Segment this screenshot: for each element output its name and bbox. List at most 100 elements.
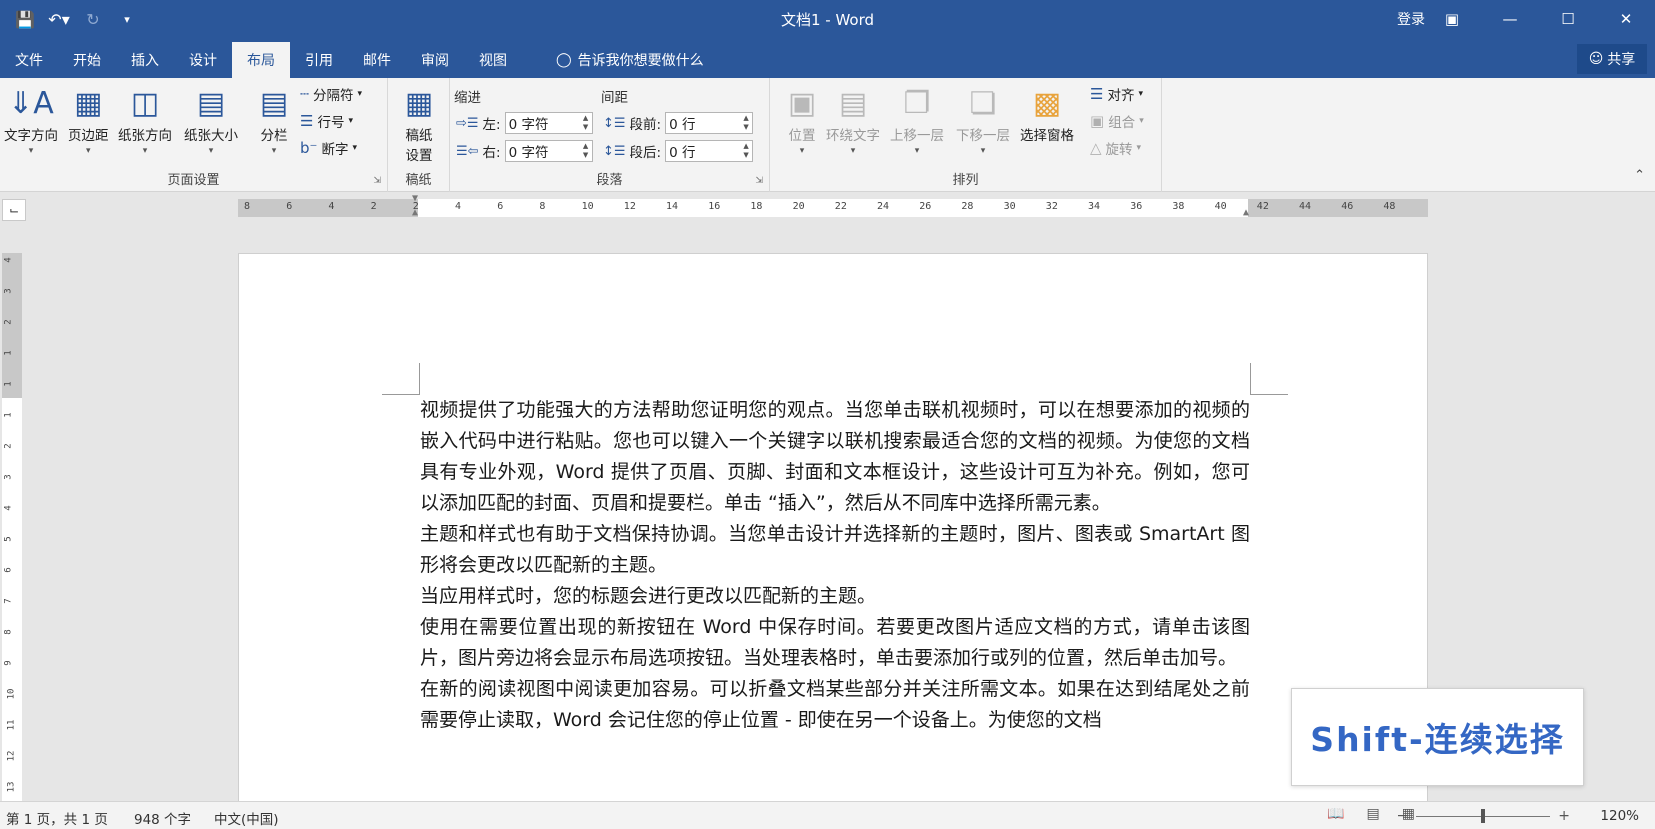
ruler-tick-label: 32 — [1045, 201, 1058, 212]
spacing-before-input[interactable]: 0 行 ▲ ▼ — [665, 112, 754, 134]
word-count[interactable]: 948 个字 — [134, 808, 191, 828]
read-mode-icon[interactable]: 📖 — [1327, 806, 1344, 822]
tab-insert[interactable]: 插入 — [116, 42, 174, 78]
tab-view[interactable]: 视图 — [464, 42, 522, 78]
indent-right-input[interactable]: 0 字符 ▲ ▼ — [504, 140, 593, 162]
ruler-tick-label: 10 — [6, 688, 17, 700]
size-button[interactable]: ▤ 纸张大小 ▾ — [184, 82, 238, 157]
tab-mailings[interactable]: 邮件 — [348, 42, 406, 78]
draft-settings-button[interactable]: ▦ 稿纸 设置 — [399, 82, 439, 165]
dialog-launcher-icon[interactable]: ⇲ — [755, 176, 763, 186]
bring-forward-button[interactable]: ❐ 上移一层 ▾ — [890, 82, 944, 157]
horizontal-ruler[interactable]: ▼ ▲ ▲ 8 6 4 2 2 4 6 8 10 12 14 16 18 20 22 24 26 28 30 32 34… — [238, 193, 1428, 218]
ruler-tick-label: 4 — [3, 257, 14, 263]
print-layout-icon[interactable]: ▤ — [1367, 806, 1380, 822]
ruler-tick-label: 22 — [834, 201, 847, 212]
indent-right-icon: ☰⇦ — [456, 143, 479, 159]
send-backward-button[interactable]: ❏ 下移一层 ▾ — [956, 82, 1010, 157]
margins-button[interactable]: ▦ 页边距 ▾ — [68, 82, 109, 157]
rotate-button[interactable]: △ 旋转 ▾ — [1090, 138, 1141, 158]
spacing-after-icon: ↕☰ — [603, 143, 626, 159]
selection-pane-button[interactable]: ▩ 选择窗格 — [1020, 82, 1074, 145]
group-arrange: ▣ 位置 ▾ ▤ 环绕文字 ▾ ❐ 上移一层 ▾ ❏ 下移一层 ▾ ▩ 选择窗格… — [770, 78, 1162, 192]
zoom-slider[interactable] — [1416, 808, 1551, 823]
close-icon[interactable]: ✕ — [1597, 0, 1655, 38]
tab-layout[interactable]: 布局 — [232, 42, 290, 78]
spacing-after-input[interactable]: 0 行 ▲ ▼ — [665, 140, 754, 162]
maximize-icon[interactable]: ☐ — [1539, 0, 1597, 38]
tab-file[interactable]: 文件 — [0, 42, 58, 78]
tip-text: Shift-连续选择 — [1310, 720, 1565, 759]
right-indent-icon[interactable]: ▲ — [1243, 207, 1249, 218]
spin-arrows-icon[interactable]: ▲ ▼ — [740, 142, 752, 160]
zoom-level[interactable]: 120% — [1600, 808, 1639, 824]
document-body[interactable]: 视频提供了功能强大的方法帮助您证明您的观点。当您单击联机视频时，可以在想要添加的… — [420, 395, 1250, 736]
ruler-tick-label: 40 — [1214, 201, 1227, 212]
spacing-before-field: ↕☰ 段前: 0 行 ▲ ▼ — [603, 112, 754, 134]
paragraph[interactable]: 在新的阅读视图中阅读更加容易。可以折叠文档某些部分并关注所需文本。如果在达到结尾… — [420, 674, 1250, 736]
ruler-tick-label: 3 — [3, 474, 14, 480]
chevron-down-icon: ▾ — [799, 146, 805, 156]
ribbon-display-options-icon[interactable]: ▣ — [1423, 0, 1481, 38]
spin-arrows-icon[interactable]: ▲ ▼ — [580, 114, 592, 132]
chevron-down-icon: ▾ — [28, 146, 34, 156]
ruler-tick-label: 2 — [3, 319, 14, 325]
minimize-icon[interactable]: — — [1481, 0, 1539, 38]
zoom-out-icon[interactable]: − — [1397, 808, 1409, 824]
group-paragraph: 缩进 间距 ⇨☰ 左: 0 字符 ▲ ▼ ☰⇦ 右: 0 字符 ▲ ▼ ↕☰ 段前:… — [450, 78, 770, 192]
orientation-button[interactable]: ◫ 纸张方向 ▾ — [118, 82, 172, 157]
text-direction-button[interactable]: ⇓A 文字方向 ▾ — [4, 82, 58, 157]
collapse-ribbon-icon[interactable]: ⌃ — [1634, 168, 1645, 183]
wrap-text-button[interactable]: ▤ 环绕文字 ▾ — [826, 82, 880, 157]
tell-me-box[interactable]: ◯ 告诉我你想要做什么 — [556, 50, 704, 70]
spin-arrows-icon[interactable]: ▲ ▼ — [740, 114, 752, 132]
spacing-before-icon: ↕☰ — [603, 115, 626, 131]
login-link[interactable]: 登录 — [1397, 9, 1425, 29]
chevron-down-icon: ▾ — [208, 146, 214, 156]
ruler-tick-label: 8 — [244, 201, 251, 212]
chevron-down-icon: ▾ — [1139, 116, 1144, 126]
ruler-tick-label: 16 — [708, 201, 721, 212]
ruler-tick-label: 6 — [497, 201, 504, 212]
group-objects-button[interactable]: ▣ 组合 ▾ — [1090, 111, 1144, 131]
title-bar: 💾 ↶▾ ↻ ▾ 文档1 - Word 登录 ▣ — ☐ ✕ — [0, 0, 1655, 38]
paragraph[interactable]: 主题和样式也有助于文档保持协调。当您单击设计并选择新的主题时，图片、图表或 Sm… — [420, 519, 1250, 581]
tab-stop-selector[interactable]: ⌙ — [2, 199, 26, 221]
status-bar: 第 1 页，共 1 页 948 个字 中文(中国) 📖 ▤ ▦ − + 120% — [0, 801, 1655, 829]
tab-home[interactable]: 开始 — [58, 42, 116, 78]
ruler-tick-label: 6 — [3, 567, 14, 573]
zoom-slider-handle[interactable] — [1481, 808, 1486, 823]
spin-arrows-icon[interactable]: ▲ ▼ — [580, 142, 592, 160]
align-button[interactable]: ☰ 对齐 ▾ — [1090, 84, 1143, 104]
crop-mark-top-right — [1250, 363, 1288, 395]
zoom-in-icon[interactable]: + — [1558, 808, 1570, 824]
vertical-ruler[interactable]: 4 3 2 1 1 1 2 3 4 5 6 7 8 9 10 11 12 13 — [2, 253, 22, 801]
position-button[interactable]: ▣ 位置 ▾ — [782, 82, 822, 157]
tab-references[interactable]: 引用 — [290, 42, 348, 78]
window-controls: ▣ — ☐ ✕ — [1423, 0, 1655, 38]
columns-button[interactable]: ▤ 分栏 ▾ — [254, 82, 294, 157]
ruler-tick-label: 30 — [1003, 201, 1016, 212]
page-count[interactable]: 第 1 页，共 1 页 — [6, 808, 108, 828]
document-page[interactable]: 视频提供了功能强大的方法帮助您证明您的观点。当您单击联机视频时，可以在想要添加的… — [238, 253, 1428, 801]
paragraph[interactable]: 当应用样式时，您的标题会进行更改以匹配新的主题。 — [420, 581, 1250, 612]
share-button[interactable]: ☺ 共享 — [1577, 44, 1647, 74]
wrap-text-icon: ▤ — [838, 85, 868, 121]
indent-left-input[interactable]: 0 字符 ▲ ▼ — [504, 112, 593, 134]
tab-design[interactable]: 设计 — [174, 42, 232, 78]
ruler-margin-right — [1248, 199, 1428, 217]
spacing-after-field: ↕☰ 段后: 0 行 ▲ ▼ — [603, 140, 754, 162]
ruler-tick-label: 3 — [3, 288, 14, 294]
hyphenation-button[interactable]: b⁻ 断字 ▾ — [300, 138, 357, 158]
ruler-tick-label: 2 — [3, 443, 14, 449]
dialog-launcher-icon[interactable]: ⇲ — [373, 176, 381, 186]
group-label-draft: 稿纸 — [405, 173, 432, 188]
line-numbers-button[interactable]: ☰ 行号 ▾ — [300, 111, 353, 131]
hyphenation-icon: b⁻ — [300, 139, 318, 157]
breaks-button[interactable]: ┄ 分隔符 ▾ — [300, 84, 362, 104]
ruler-tick-label: 34 — [1088, 201, 1101, 212]
language-indicator[interactable]: 中文(中国) — [214, 808, 279, 828]
tab-review[interactable]: 审阅 — [406, 42, 464, 78]
paragraph[interactable]: 视频提供了功能强大的方法帮助您证明您的观点。当您单击联机视频时，可以在想要添加的… — [420, 395, 1250, 519]
paragraph[interactable]: 使用在需要位置出现的新按钮在 Word 中保存时间。若要更改图片适应文档的方式，… — [420, 612, 1250, 674]
